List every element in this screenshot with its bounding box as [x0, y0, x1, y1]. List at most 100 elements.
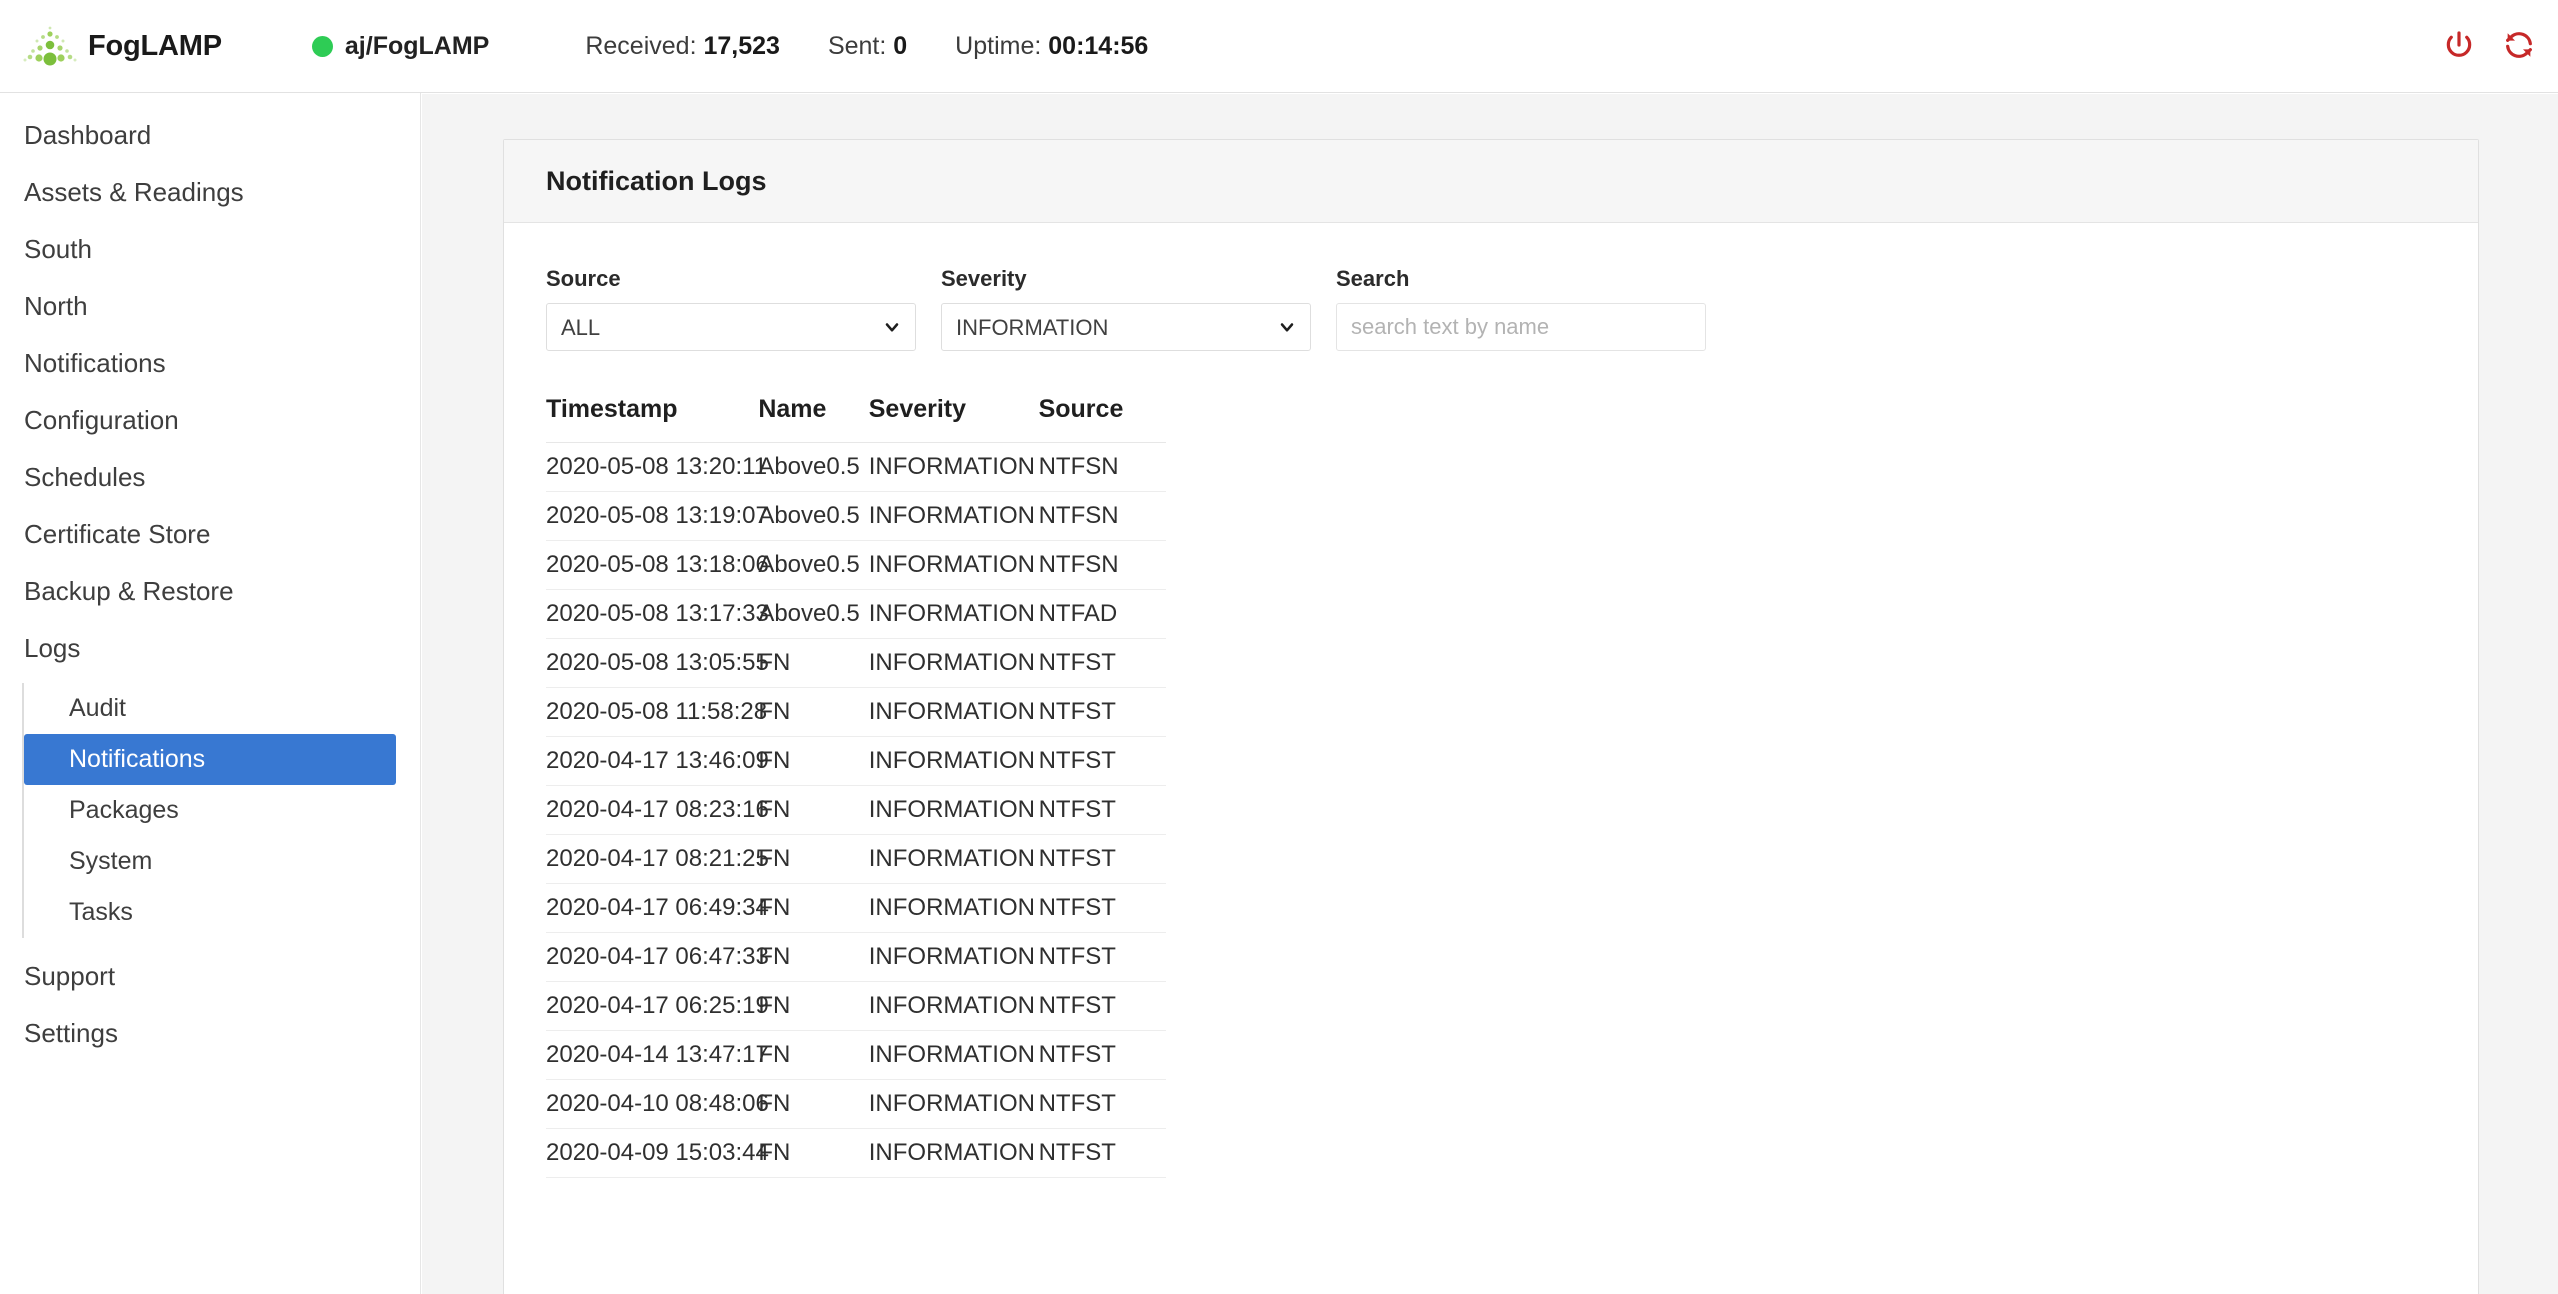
cell-source: NTFST [1038, 785, 1166, 835]
table-row[interactable]: 2020-04-17 13:46:09 FN INFORMATION NTFST [546, 736, 1166, 786]
table-row[interactable]: 2020-05-08 13:17:33 Above0.5 INFORMATION NT… [546, 589, 1166, 639]
stat-uptime-value: 00:14:56 [1048, 31, 1149, 60]
stat-received-label: Received: [585, 31, 697, 60]
column-header-timestamp[interactable]: Timestamp [546, 395, 759, 443]
sidebar-item-logs[interactable]: Logs [0, 620, 420, 677]
cell-source: NTFST [1038, 1030, 1166, 1080]
sidebar-subitem-tasks[interactable]: Tasks [24, 887, 396, 938]
stat-sent-label: Sent: [827, 31, 887, 60]
table-row[interactable]: 2020-05-08 13:18:06 Above0.5 INFORMATION NT… [546, 540, 1166, 590]
cell-severity: INFORMATION [868, 540, 1039, 590]
table-row[interactable]: 2020-04-17 08:23:16 FN INFORMATION NTFST [546, 785, 1166, 835]
top-bar: FogLAMP aj/FogLAMP Received: 17,523 Sent… [0, 0, 2558, 93]
cell-source: NTFAD [1038, 589, 1166, 639]
sidebar-item-dashboard[interactable]: Dashboard [0, 107, 420, 164]
status-dot-green-icon [311, 35, 333, 57]
sidebar-subitem-audit[interactable]: Audit [24, 683, 396, 734]
cell-name: Above0.5 [758, 491, 869, 541]
shutdown-button[interactable] [2442, 30, 2476, 64]
cell-timestamp: 2020-04-17 06:49:34 [546, 883, 769, 933]
table-head: Timestamp Name Severity Source [546, 395, 1166, 443]
sidebar-item-support[interactable]: Support [0, 948, 420, 1005]
sidebar-item-assets-readings[interactable]: Assets & Readings [0, 164, 420, 221]
table-body: 2020-05-08 13:20:11 Above0.5 INFORMATION NT… [546, 442, 1166, 1178]
column-header-source[interactable]: Source [1038, 395, 1166, 443]
stat-uptime: Uptime: 00:14:56 [955, 32, 1148, 61]
card-body: Source ALL Severity INFORMATION Search s… [504, 223, 2478, 1178]
cell-source: NTFSN [1038, 540, 1166, 590]
cell-source: NTFST [1038, 687, 1166, 737]
cell-timestamp: 2020-05-08 13:19:07 [546, 491, 769, 541]
page-title: Notification Logs [546, 165, 767, 196]
table-row[interactable]: 2020-04-17 06:47:33 FN INFORMATION NTFST [546, 932, 1166, 982]
table-row[interactable]: 2020-05-08 13:20:11 Above0.5 INFORMATION NT… [546, 442, 1166, 492]
filters-row: Source ALL Severity INFORMATION Search s… [546, 223, 2436, 351]
cell-severity: INFORMATION [868, 1030, 1039, 1080]
sidebar-item-schedules[interactable]: Schedules [0, 449, 420, 506]
restart-button[interactable] [2502, 30, 2536, 64]
cell-source: NTFST [1038, 981, 1166, 1031]
cell-source: NTFSN [1038, 491, 1166, 541]
severity-select-wrap: INFORMATION [941, 303, 1311, 351]
stat-sent-value: 0 [893, 31, 908, 60]
cell-name: FN [758, 1030, 869, 1080]
cell-name: FN [758, 687, 869, 737]
cell-severity: INFORMATION [868, 981, 1039, 1031]
sidebar-subitem-notifications[interactable]: Notifications [24, 734, 396, 785]
stat-uptime-label: Uptime: [955, 31, 1042, 60]
table-header-row: Timestamp Name Severity Source [546, 395, 1166, 443]
cell-name: FN [758, 883, 869, 933]
cell-timestamp: 2020-04-14 13:47:17 [546, 1030, 769, 1080]
sidebar-item-configuration[interactable]: Configuration [0, 392, 420, 449]
cell-name: FN [758, 834, 869, 884]
cell-severity: INFORMATION [868, 1128, 1039, 1178]
cell-name: FN [758, 736, 869, 786]
sidebar-item-notifications[interactable]: Notifications [0, 335, 420, 392]
connection-indicator[interactable]: aj/FogLAMP [311, 32, 489, 61]
table-row[interactable]: 2020-04-17 06:25:19 FN INFORMATION NTFST [546, 981, 1166, 1031]
sidebar-item-south[interactable]: South [0, 221, 420, 278]
cell-timestamp: 2020-04-17 06:25:19 [546, 981, 769, 1031]
brand[interactable]: FogLAMP [22, 25, 222, 67]
table-row[interactable]: 2020-04-17 08:21:25 FN INFORMATION NTFST [546, 834, 1166, 884]
sidebar-item-backup-restore[interactable]: Backup & Restore [0, 563, 420, 620]
stat-sent: Sent: 0 [828, 32, 907, 61]
table-row[interactable]: 2020-04-14 13:47:17 FN INFORMATION NTFST [546, 1030, 1166, 1080]
notification-logs-table: Timestamp Name Severity Source 2020-05-0… [546, 395, 1166, 1178]
sidebar-item-north[interactable]: North [0, 278, 420, 335]
cell-severity: INFORMATION [868, 638, 1039, 688]
cell-severity: INFORMATION [868, 883, 1039, 933]
severity-filter-label: Severity [941, 266, 1027, 291]
cell-name: FN [758, 981, 869, 1031]
cell-source: NTFST [1038, 736, 1166, 786]
refresh-icon [2503, 29, 2535, 64]
cell-severity: INFORMATION [868, 1079, 1039, 1129]
table-row[interactable]: 2020-05-08 11:58:28 FN INFORMATION NTFST [546, 687, 1166, 737]
table-row[interactable]: 2020-05-08 13:19:07 Above0.5 INFORMATION NT… [546, 491, 1166, 541]
cell-timestamp: 2020-04-17 06:47:33 [546, 932, 769, 982]
cell-name: Above0.5 [758, 442, 869, 492]
search-input[interactable] [1336, 303, 1706, 351]
main-content: Notification Logs Source ALL Severity IN… [422, 94, 2558, 1294]
table-row[interactable]: 2020-04-10 08:48:06 FN INFORMATION NTFST [546, 1079, 1166, 1129]
stat-received: Received: 17,523 [585, 32, 780, 61]
top-bar-actions [2442, 0, 2536, 93]
source-select[interactable]: ALL [546, 303, 916, 351]
sidebar: Dashboard Assets & Readings South North … [0, 93, 421, 1294]
cell-severity: INFORMATION [868, 736, 1039, 786]
column-header-severity[interactable]: Severity [868, 395, 1039, 443]
sidebar-subitem-system[interactable]: System [24, 836, 396, 887]
sidebar-item-settings[interactable]: Settings [0, 1005, 420, 1062]
source-filter-label: Source [546, 266, 621, 291]
table-row[interactable]: 2020-04-17 06:49:34 FN INFORMATION NTFST [546, 883, 1166, 933]
cell-name: FN [758, 1128, 869, 1178]
cell-severity: INFORMATION [868, 589, 1039, 639]
sidebar-subitem-packages[interactable]: Packages [24, 785, 396, 836]
cell-timestamp: 2020-04-17 08:23:16 [546, 785, 769, 835]
column-header-name[interactable]: Name [758, 395, 869, 443]
table-row[interactable]: 2020-05-08 13:05:55 FN INFORMATION NTFST [546, 638, 1166, 688]
table-row[interactable]: 2020-04-09 15:03:44 FN INFORMATION NTFST [546, 1128, 1166, 1178]
notification-logs-card: Notification Logs Source ALL Severity IN… [503, 139, 2479, 1294]
sidebar-item-certificate-store[interactable]: Certificate Store [0, 506, 420, 563]
severity-select[interactable]: INFORMATION [941, 303, 1311, 351]
